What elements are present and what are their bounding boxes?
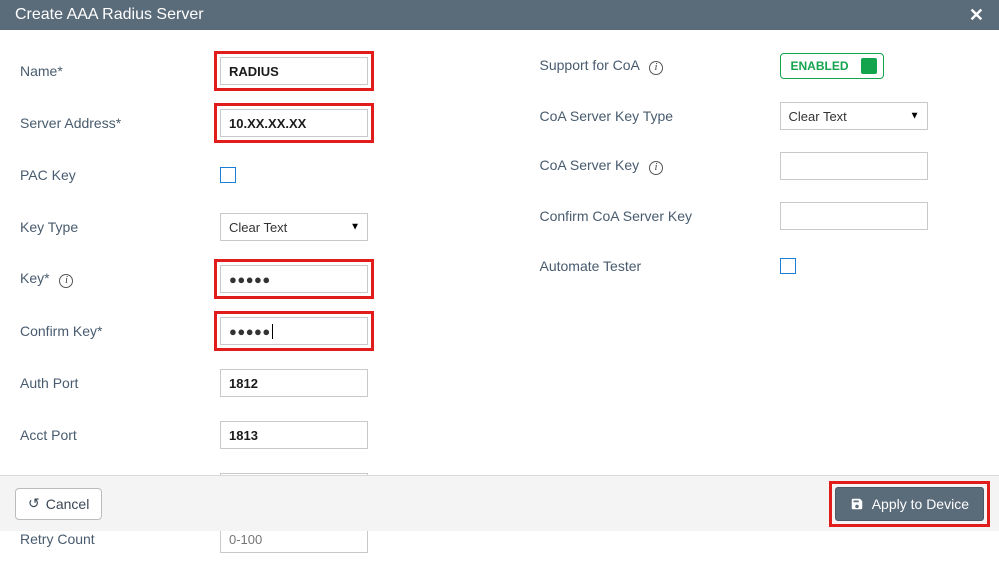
label-key: Key* i xyxy=(20,270,220,288)
label-coa-key-text: CoA Server Key xyxy=(540,157,640,173)
row-confirm-key: Confirm Key* ●●●●● xyxy=(20,310,460,352)
toggle-state: ENABLED xyxy=(791,59,849,73)
label-retry-count: Retry Count xyxy=(20,531,220,547)
coa-key-type-select[interactable]: Clear Text ▼ xyxy=(780,102,928,130)
row-key-type: Key Type Clear Text ▼ xyxy=(20,206,460,248)
row-pac-key: PAC Key xyxy=(20,154,460,196)
cancel-label: Cancel xyxy=(46,496,90,512)
name-input[interactable] xyxy=(220,57,368,85)
row-key: Key* i ●●●●● xyxy=(20,258,460,300)
server-address-input[interactable] xyxy=(220,109,368,137)
coa-key-input[interactable] xyxy=(780,152,928,180)
label-confirm-key: Confirm Key* xyxy=(20,323,220,339)
highlight-name xyxy=(220,57,368,85)
highlight-server-address xyxy=(220,109,368,137)
highlight-apply: Apply to Device xyxy=(835,487,984,521)
row-acct-port: Acct Port xyxy=(20,414,460,456)
close-icon[interactable]: ✕ xyxy=(969,5,984,26)
label-confirm-coa-key: Confirm CoA Server Key xyxy=(540,208,780,224)
row-auth-port: Auth Port xyxy=(20,362,460,404)
row-confirm-coa-key: Confirm CoA Server Key xyxy=(540,200,980,232)
auth-port-input[interactable] xyxy=(220,369,368,397)
key-input[interactable]: ●●●●● xyxy=(220,265,368,293)
save-icon xyxy=(850,497,864,511)
modal-footer: ↺ Cancel Apply to Device xyxy=(0,475,999,531)
label-server-address: Server Address* xyxy=(20,115,220,131)
coa-key-type-value: Clear Text xyxy=(780,102,928,130)
apply-button[interactable]: Apply to Device xyxy=(835,487,984,521)
info-icon[interactable]: i xyxy=(649,161,663,175)
label-name: Name* xyxy=(20,63,220,79)
label-auth-port: Auth Port xyxy=(20,375,220,391)
highlight-key: ●●●●● xyxy=(220,265,368,293)
apply-label: Apply to Device xyxy=(872,496,969,512)
label-coa-key-type: CoA Server Key Type xyxy=(540,108,780,124)
text-cursor xyxy=(272,324,273,339)
pac-key-checkbox[interactable] xyxy=(220,167,236,183)
row-name: Name* xyxy=(20,50,460,92)
label-support-coa: Support for CoA i xyxy=(540,57,780,75)
key-type-value: Clear Text xyxy=(220,213,368,241)
key-masked: ●●●●● xyxy=(229,272,271,287)
confirm-key-masked: ●●●●● xyxy=(229,324,271,339)
toggle-knob xyxy=(861,58,877,74)
info-icon[interactable]: i xyxy=(59,274,73,288)
row-automate-tester: Automate Tester xyxy=(540,250,980,282)
confirm-coa-key-input[interactable] xyxy=(780,202,928,230)
label-coa-key: CoA Server Key i xyxy=(540,157,780,175)
row-coa-key: CoA Server Key i xyxy=(540,150,980,182)
key-type-select[interactable]: Clear Text ▼ xyxy=(220,213,368,241)
acct-port-input[interactable] xyxy=(220,421,368,449)
row-server-address: Server Address* xyxy=(20,102,460,144)
label-automate-tester: Automate Tester xyxy=(540,258,780,274)
modal-header: Create AAA Radius Server ✕ xyxy=(0,0,999,30)
cancel-button[interactable]: ↺ Cancel xyxy=(15,488,102,520)
info-icon[interactable]: i xyxy=(649,61,663,75)
label-pac-key: PAC Key xyxy=(20,167,220,183)
label-key-type: Key Type xyxy=(20,219,220,235)
label-acct-port: Acct Port xyxy=(20,427,220,443)
confirm-key-input[interactable]: ●●●●● xyxy=(220,317,368,345)
row-coa-key-type: CoA Server Key Type Clear Text ▼ xyxy=(540,100,980,132)
label-support-coa-text: Support for CoA xyxy=(540,57,640,73)
label-key-text: Key* xyxy=(20,270,50,286)
row-support-coa: Support for CoA i ENABLED xyxy=(540,50,980,82)
highlight-confirm-key: ●●●●● xyxy=(220,317,368,345)
support-coa-toggle[interactable]: ENABLED xyxy=(780,53,884,79)
undo-icon: ↺ xyxy=(28,495,40,512)
automate-tester-checkbox[interactable] xyxy=(780,258,796,274)
modal-title: Create AAA Radius Server xyxy=(15,6,204,24)
